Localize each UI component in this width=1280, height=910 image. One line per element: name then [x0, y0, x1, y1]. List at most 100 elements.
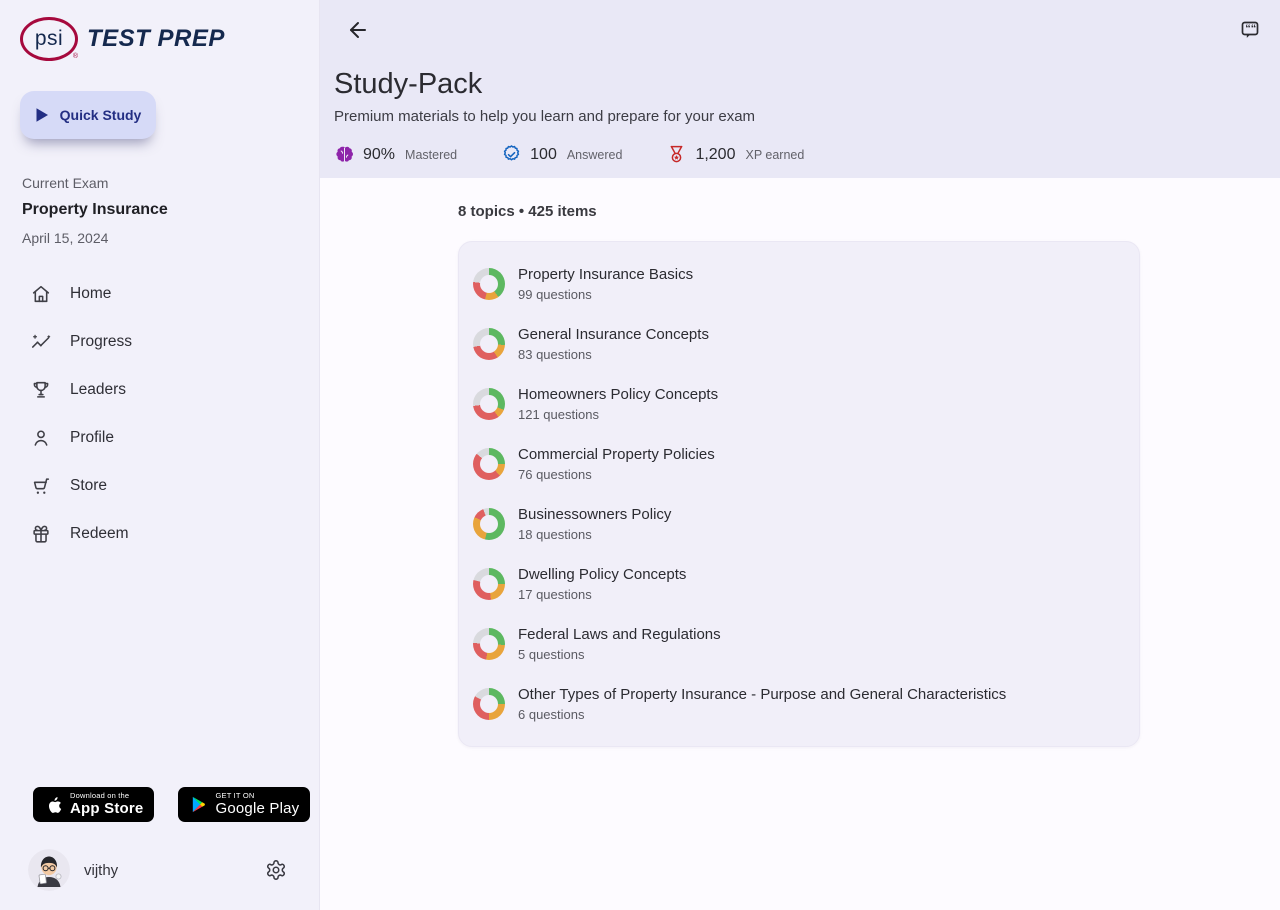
donut-chart-icon [473, 268, 505, 300]
sidebar-nav: Home Progress Leaders [0, 270, 319, 558]
sidebar-item-label: Leaders [70, 381, 126, 399]
google-play-name: Google Play [215, 800, 299, 817]
exam-name: Property Insurance [22, 201, 319, 219]
stat-mastered: 90% Mastered [334, 144, 457, 165]
sidebar-item-label: Profile [70, 429, 114, 447]
donut-chart-icon [473, 448, 505, 480]
arrow-left-icon [346, 18, 370, 42]
topic-title: Homeowners Policy Concepts [518, 386, 718, 403]
sidebar-item-label: Store [70, 477, 107, 495]
play-icon [35, 107, 49, 123]
trophy-icon [30, 379, 52, 401]
topic-row[interactable]: General Insurance Concepts 83 questions [459, 314, 1139, 374]
topic-title: Businessowners Policy [518, 506, 671, 523]
back-button[interactable] [346, 18, 370, 42]
topic-question-count: 83 questions [518, 347, 709, 362]
topic-title: Dwelling Policy Concepts [518, 566, 686, 583]
sidebar-item-label: Redeem [70, 525, 129, 543]
stats-row: 90% Mastered 100 Answered 1 [334, 144, 1280, 165]
topic-row[interactable]: Property Insurance Basics 99 questions [459, 254, 1139, 314]
avatar-illustration [28, 849, 70, 891]
google-play-badge-text: GET IT ON Google Play [215, 792, 299, 818]
topic-title: Property Insurance Basics [518, 266, 693, 283]
app-store-name: App Store [70, 800, 143, 817]
topic-row[interactable]: Other Types of Property Insurance - Purp… [459, 674, 1139, 734]
user-row: vijthy [0, 849, 319, 891]
quick-study-button[interactable]: Quick Study [20, 91, 156, 139]
topic-row[interactable]: Federal Laws and Regulations 5 questions [459, 614, 1139, 674]
donut-chart-icon [473, 568, 505, 600]
stat-value: 1,200 [695, 146, 735, 164]
psi-test-prep-logo: psi ® TEST PREP [0, 0, 319, 61]
topic-title: General Insurance Concepts [518, 326, 709, 343]
progress-icon [30, 331, 52, 353]
cart-icon [30, 475, 52, 497]
exam-date: April 15, 2024 [22, 230, 319, 246]
page-title: Study-Pack [334, 68, 1280, 101]
store-badges: Download on the App Store GET IT ON Goog… [0, 787, 319, 822]
topic-question-count: 99 questions [518, 287, 693, 302]
stat-answered: 100 Answered [501, 144, 622, 165]
donut-chart-icon [473, 508, 505, 540]
topic-question-count: 6 questions [518, 707, 1006, 722]
gift-icon [30, 523, 52, 545]
topic-question-count: 18 questions [518, 527, 671, 542]
apple-icon [44, 794, 63, 816]
study-pack-header: ““ Study-Pack Premium materials to help … [320, 0, 1280, 178]
current-exam-block: Current Exam Property Insurance April 15… [22, 175, 319, 246]
app-store-tagline: Download on the [70, 792, 143, 801]
sidebar-item-home[interactable]: Home [0, 270, 319, 318]
sidebar-item-store[interactable]: Store [0, 462, 319, 510]
topic-question-count: 5 questions [518, 647, 721, 662]
sidebar-spacer [0, 558, 319, 787]
stat-label: Answered [567, 148, 623, 162]
sidebar-item-progress[interactable]: Progress [0, 318, 319, 366]
topic-title: Commercial Property Policies [518, 446, 715, 463]
registered-mark: ® [73, 53, 78, 60]
topic-row[interactable]: Homeowners Policy Concepts 121 questions [459, 374, 1139, 434]
badge-check-icon [501, 144, 522, 165]
google-play-badge[interactable]: GET IT ON Google Play [178, 787, 310, 822]
topic-row[interactable]: Dwelling Policy Concepts 17 questions [459, 554, 1139, 614]
topic-row[interactable]: Businessowners Policy 18 questions [459, 494, 1139, 554]
medal-icon [666, 144, 687, 165]
quick-study-label: Quick Study [60, 107, 142, 123]
donut-chart-icon [473, 628, 505, 660]
topic-question-count: 76 questions [518, 467, 715, 482]
psi-logo-text: psi [35, 27, 63, 51]
sidebar-item-label: Home [70, 285, 111, 303]
settings-button[interactable] [265, 859, 287, 881]
stat-label: Mastered [405, 148, 457, 162]
donut-chart-icon [473, 388, 505, 420]
sidebar-item-label: Progress [70, 333, 132, 351]
google-play-icon [189, 794, 208, 815]
topic-question-count: 17 questions [518, 587, 686, 602]
google-play-tagline: GET IT ON [215, 792, 299, 801]
app-store-badge[interactable]: Download on the App Store [33, 787, 154, 822]
sidebar: psi ® TEST PREP Quick Study Current Exam… [0, 0, 320, 910]
sidebar-item-leaders[interactable]: Leaders [0, 366, 319, 414]
home-icon [30, 283, 52, 305]
topics-section: 8 topics • 425 items Property Insurance … [320, 178, 1280, 910]
topic-row[interactable]: Commercial Property Policies 76 question… [459, 434, 1139, 494]
topic-title: Other Types of Property Insurance - Purp… [518, 686, 1006, 703]
person-icon [30, 427, 52, 449]
brand-name: TEST PREP [87, 25, 225, 53]
page-subtitle: Premium materials to help you learn and … [334, 108, 1280, 125]
stat-xp: 1,200 XP earned [666, 144, 804, 165]
donut-chart-icon [473, 328, 505, 360]
sidebar-item-redeem[interactable]: Redeem [0, 510, 319, 558]
user-name: vijthy [84, 862, 118, 879]
stat-value: 100 [530, 146, 557, 164]
app-store-badge-text: Download on the App Store [70, 792, 143, 818]
topics-summary: 8 topics • 425 items [458, 203, 1280, 220]
feedback-button[interactable]: ““ [1238, 18, 1262, 42]
sidebar-item-profile[interactable]: Profile [0, 414, 319, 462]
current-exam-label: Current Exam [22, 175, 319, 191]
avatar[interactable] [28, 849, 70, 891]
gear-icon [265, 859, 287, 881]
donut-chart-icon [473, 688, 505, 720]
brain-icon [334, 144, 355, 165]
topics-card: Property Insurance Basics 99 questions G… [458, 241, 1140, 747]
topic-question-count: 121 questions [518, 407, 718, 422]
